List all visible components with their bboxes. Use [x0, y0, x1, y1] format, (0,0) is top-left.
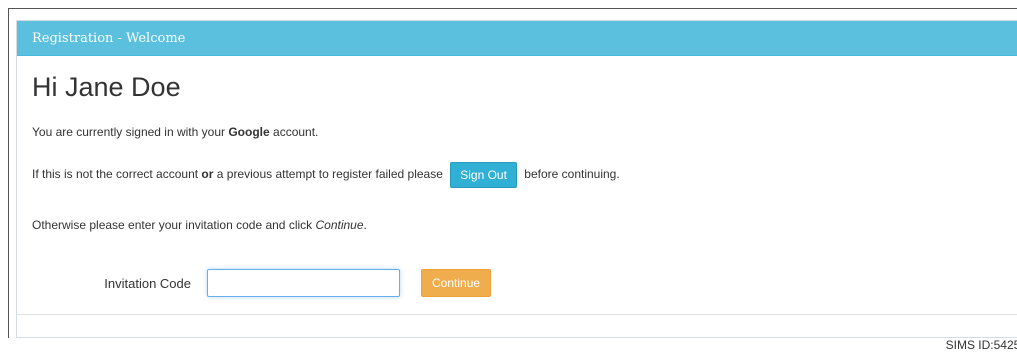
incorrect-part1: If this is not the correct account	[32, 167, 202, 182]
sign-out-button[interactable]: Sign Out	[450, 162, 517, 188]
signed-in-prefix: You are currently signed in with your	[32, 125, 229, 139]
signed-in-message: You are currently signed in with your Go…	[32, 125, 318, 139]
otherwise-prefix: Otherwise please enter your invitation c…	[32, 218, 316, 232]
greeting-heading: Hi Jane Doe	[32, 72, 181, 102]
incorrect-part3: before continuing.	[524, 167, 620, 182]
provider-name: Google	[228, 125, 270, 139]
otherwise-suffix: .	[363, 218, 367, 232]
panel-header: Registration - Welcome	[17, 21, 1017, 56]
registration-panel: Registration - Welcome Hi Jane Doe You a…	[16, 20, 1017, 338]
continue-action-text: Continue	[315, 218, 364, 232]
continue-button[interactable]: Continue	[421, 269, 492, 297]
invitation-code-label: Invitation Code	[104, 275, 191, 291]
signed-in-suffix: account.	[269, 125, 319, 139]
incorrect-part2: a previous attempt to register failed pl…	[213, 167, 443, 182]
bold-or: or	[201, 167, 214, 182]
panel-footer	[17, 314, 1017, 315]
invitation-form: Invitation Code Continue	[17, 269, 492, 297]
panel-title: Registration - Welcome	[32, 30, 186, 46]
invitation-code-input[interactable]	[207, 269, 400, 297]
otherwise-message: Otherwise please enter your invitation c…	[32, 218, 367, 232]
sims-id-label: SIMS ID:54251	[945, 338, 1017, 352]
incorrect-account-message: If this is not the correct account or a …	[32, 162, 620, 188]
panel-body: Hi Jane Doe	[17, 56, 1017, 104]
